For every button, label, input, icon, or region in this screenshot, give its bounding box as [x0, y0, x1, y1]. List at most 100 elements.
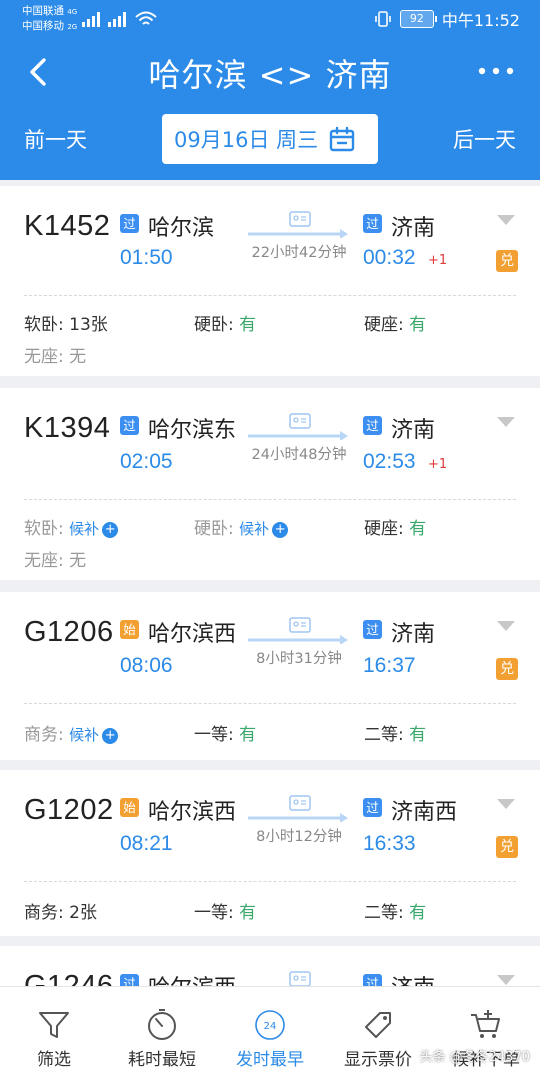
departure-station: 哈尔滨西 — [148, 622, 237, 647]
train-route-arrow-icon — [248, 795, 348, 822]
date-picker-button[interactable]: 09月16日 周三 — [162, 114, 378, 164]
more-options-icon[interactable] — [472, 56, 520, 86]
filter-button[interactable]: 筛选 — [0, 987, 108, 1080]
seat-second-class: 二等: 有 — [364, 720, 426, 745]
date-bar: 前一天 09月16日 周三 后一天 — [0, 110, 540, 166]
seat-availability: 有 — [239, 903, 257, 923]
seat-business: 商务: 候补 + — [24, 720, 119, 745]
card-divider — [24, 881, 516, 882]
train-route-arrow-icon — [248, 413, 348, 440]
chevron-down-icon[interactable] — [496, 798, 516, 810]
show-price-button[interactable]: 显示票价 — [324, 987, 432, 1080]
departure-station: 哈尔滨东 — [148, 418, 237, 443]
seat-second-class: 二等: 有 — [364, 898, 426, 923]
train-card[interactable]: G1246 过 哈尔滨西 过 济南 — [0, 946, 540, 986]
chevron-down-icon[interactable] — [496, 416, 516, 428]
seat-hard-sleeper: 硬卧: 候补 + — [194, 514, 289, 539]
arrival-station: 济南 — [391, 970, 435, 986]
waitlist-label: 候补 — [69, 520, 100, 538]
seat-availability: 有 — [409, 903, 427, 923]
carrier-2-network: 2G — [67, 23, 78, 31]
arrival-station: 济南西 — [391, 800, 458, 825]
train-number: G1206 — [24, 616, 114, 648]
train-route-arrow-icon — [248, 617, 348, 644]
seat-label: 硬座: — [364, 315, 404, 335]
pass-through-tag: 过 — [120, 416, 139, 435]
departure-time: 08:21 — [120, 832, 173, 855]
seat-label: 一等: — [194, 725, 234, 745]
next-day-indicator: +1 — [428, 253, 448, 268]
chevron-down-icon[interactable] — [496, 620, 516, 632]
seat-availability: 2张 — [69, 903, 97, 923]
train-card[interactable]: K1452 过 哈尔滨 01:50 22小时42分钟 过 济南 00:32 +1… — [0, 186, 540, 376]
origin-station-tag: 始 — [120, 620, 139, 639]
chevron-down-icon[interactable] — [496, 974, 516, 986]
battery-icon: 92 — [399, 10, 437, 28]
plus-circle-icon: + — [102, 728, 119, 744]
seat-soft-sleeper: 软卧: 13张 — [24, 310, 108, 335]
carrier-2-name: 中国移动 — [22, 20, 64, 32]
waitlist-button[interactable]: 候补 + — [69, 520, 119, 538]
arrival-station: 济南 — [391, 418, 436, 443]
sort-earliest-label: 发时最早 — [236, 1050, 304, 1070]
train-number: G1246 — [24, 970, 114, 986]
travel-duration: 22小时42分钟 — [251, 245, 347, 261]
status-bar: 中国联通 4G 中国移动 2G 92 中午11:52 — [0, 0, 540, 36]
arrival-time: 02:53 — [363, 450, 416, 473]
card-divider — [24, 499, 516, 500]
arrival-station: 济南 — [391, 216, 436, 241]
travel-duration: 8小时31分钟 — [256, 651, 342, 667]
waitlist-button[interactable]: 候补 + — [239, 520, 289, 538]
plus-circle-icon: + — [102, 522, 119, 538]
seat-standing: 无座: 无 — [24, 546, 86, 571]
waitlist-button[interactable]: 候补 + — [69, 726, 119, 744]
waitlist-order-button[interactable]: 候补下单 — [432, 987, 540, 1080]
train-number: G1202 — [24, 794, 114, 826]
seat-label: 软卧: — [24, 519, 64, 539]
sort-shortest-duration-button[interactable]: 耗时最短 — [108, 987, 216, 1080]
prev-day-button[interactable]: 前一天 — [24, 124, 87, 154]
seat-label: 商务: — [24, 903, 64, 923]
clock-24-icon: 24 — [255, 1010, 285, 1040]
origin-station-tag: 始 — [120, 798, 139, 817]
app-header: 中国联通 4G 中国移动 2G 92 中午11:52 哈尔滨 <> 济南 前一天… — [0, 0, 540, 180]
train-card[interactable]: G1206 始 哈尔滨西 08:06 8小时31分钟 过 济南 16:37 兑 … — [0, 592, 540, 760]
exchange-badge: 兑 — [496, 836, 518, 858]
seat-label: 二等: — [364, 725, 404, 745]
sort-earliest-departure-button[interactable]: 24 发时最早 — [216, 987, 324, 1080]
departure-time: 08:06 — [120, 654, 173, 677]
train-card[interactable]: K1394 过 哈尔滨东 02:05 24小时48分钟 过 济南 02:53 +… — [0, 388, 540, 580]
filter-label: 筛选 — [37, 1050, 71, 1070]
train-card[interactable]: G1202 始 哈尔滨西 08:21 8小时12分钟 过 济南西 16:33 兑… — [0, 770, 540, 936]
waitlist-label: 候补 — [239, 520, 270, 538]
chevron-down-icon[interactable] — [496, 214, 516, 226]
seat-label: 硬卧: — [194, 315, 234, 335]
seat-availability: 有 — [239, 725, 257, 745]
status-right: 92 中午11:52 — [374, 9, 520, 30]
clock-badge-text: 24 — [264, 1021, 277, 1032]
travel-duration: 8小时12分钟 — [256, 829, 342, 845]
signal-icon — [82, 12, 126, 27]
departure-time: 01:50 — [120, 246, 173, 269]
train-list[interactable]: K1452 过 哈尔滨 01:50 22小时42分钟 过 济南 00:32 +1… — [0, 186, 540, 986]
carrier-info: 中国联通 4G 中国移动 2G — [22, 4, 77, 34]
route-title[interactable]: 哈尔滨 <> 济南 — [0, 50, 540, 96]
train-route-arrow-icon — [289, 971, 311, 986]
seat-hard-seat: 硬座: 有 — [364, 310, 426, 335]
calendar-icon — [329, 126, 355, 152]
seat-hard-seat: 硬座: 有 — [364, 514, 426, 539]
wifi-icon — [135, 11, 157, 25]
pass-through-tag: 过 — [363, 974, 382, 986]
next-day-button[interactable]: 后一天 — [453, 124, 516, 154]
seat-label: 二等: — [364, 903, 404, 923]
departure-station: 哈尔滨西 — [148, 970, 236, 986]
seat-label: 硬座: — [364, 519, 404, 539]
seat-availability: 有 — [239, 315, 257, 335]
selected-date: 09月16日 周三 — [174, 128, 319, 152]
card-divider — [24, 295, 516, 296]
cart-plus-icon — [471, 1010, 500, 1038]
seat-hard-sleeper: 硬卧: 有 — [194, 310, 256, 335]
pass-through-tag: 过 — [363, 798, 382, 817]
seat-first-class: 一等: 有 — [194, 898, 256, 923]
seat-label: 商务: — [24, 725, 64, 745]
